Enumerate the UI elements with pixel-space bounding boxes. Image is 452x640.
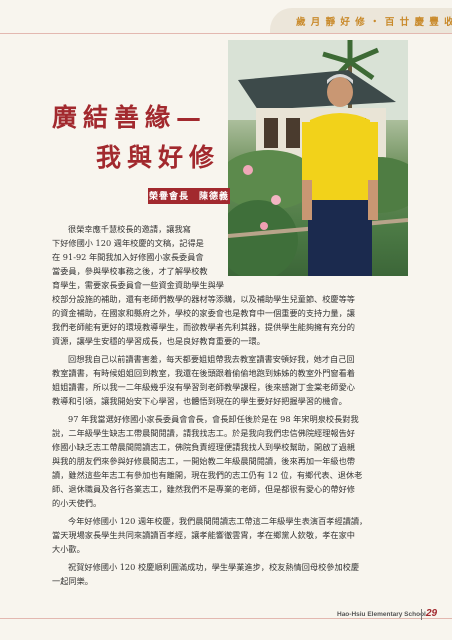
page-number: 29 xyxy=(426,608,438,619)
body-line: 的小天使們。 xyxy=(52,498,102,508)
body-line: 育學生，需要家長委員會一些資金資助學生與學 xyxy=(52,280,224,290)
body-line: 祝賀好修國小 120 校慶順利圓滿成功，學生學業進步，校友熱情回母校參加校慶 xyxy=(68,562,360,572)
footer-divider xyxy=(0,618,452,619)
body-line: 的資金補助，在國家和縣府之外，學校的家委會也是教育中一個重要的支持力量，讓 xyxy=(52,308,355,318)
body-line: 回想我自己以前讀書害羞，每天都要姐姐帶我去教室讀書安頓好我，她才自己回 xyxy=(68,354,355,364)
body-line: 姐姐讀書，所以我一二年級幾乎沒有學習到老師教學課程，後來感謝丁金棠老師愛心 xyxy=(52,382,355,392)
author-name: 榮譽會長 陳德義 xyxy=(148,192,229,202)
footer-school-name: Hao-Hsiu Elementary School xyxy=(337,611,426,618)
header-divider xyxy=(0,33,452,34)
body-line: 師、退休職員及各行各業志工，雖然我們不是專業的老師，但是都很有愛心的帶好修 xyxy=(52,484,355,494)
body-line: 當委員，參與學校事務之後，才了解學校教 xyxy=(52,266,208,276)
body-line: 說，二年級學生缺志工帶晨間閱讀，請我找志工。於是我向我們忠信佛院經理報告好 xyxy=(52,428,355,438)
page: 歲 月 靜 好 修 ‧ 百 廿 慶 豐 收 廣結善緣— 我與好修 榮譽會長 陳德… xyxy=(0,0,452,640)
body-line: 在 91-92 年間我加入好修國小家長委員會 xyxy=(52,252,204,262)
body-line: 大小歡。 xyxy=(52,544,85,554)
article-title-line-1: 廣結善緣— xyxy=(52,103,208,132)
body-line: 我們老師能有更好的環境教導學生，而欲教學者先利其器，提供學生能夠擁有充分的 xyxy=(52,322,355,332)
portrait-photo xyxy=(228,40,408,276)
body-line: 今年好修國小 120 週年校慶，我們晨間閱讀志工帶這二年級學生表演百孝經讀讀， xyxy=(68,516,368,526)
article-title-line-2: 我與好修 xyxy=(96,143,221,172)
body-line: 很榮幸應千慧校長的邀請，讓我寫 xyxy=(68,224,191,234)
body-line: 教導和引領，讓我開始安下心學習，也體悟到現在的學生要好好把握學習的機會。 xyxy=(52,396,347,406)
body-line: 修國小缺乏志工帶晨間閱讀志工，佛院負責經理便請我找人到學校幫助，開啟了過親 xyxy=(52,442,355,452)
body-line: 資源，讓學生安穩的學習成長，也是良好教育重要的一環。 xyxy=(52,336,265,346)
body-line: 下好修國小 120 週年校慶的文稿，記得是 xyxy=(52,238,204,248)
body-line: 當天現場家長學生共同來讀讀百孝經，讓孝能響徹雲霄，孝在鄉黨人欽敬，孝在家中 xyxy=(52,530,355,540)
body-line: 教室讀書，有時候姐姐回到教室，我還在後頭跟着偷偷地跑到姊姊的教室外門窗看着 xyxy=(52,368,355,378)
body-line: 讀，雖然這些年志工有參加也有離開，現在我們的志工仍有 12 位，有鄉代表、退休老 xyxy=(52,470,363,480)
body-line: 97 年我當選好修國小家長委員會會長，會長卸任後於是在 98 年宋明泉校長對我 xyxy=(68,414,359,424)
footer-separator xyxy=(421,609,422,620)
body-line: 與我的朋友們來參與好修晨間志工，一開始教二年級晨間閱讀，後來再加一年級也帶 xyxy=(52,456,355,466)
header-title: 歲 月 靜 好 修 ‧ 百 廿 慶 豐 收 xyxy=(296,17,452,28)
body-line: 一起同樂。 xyxy=(52,576,93,586)
body-line: 校部分設施的補助，還有老師們教學的器材等添購，以及補助學生兒童節、校慶等等 xyxy=(52,294,355,304)
